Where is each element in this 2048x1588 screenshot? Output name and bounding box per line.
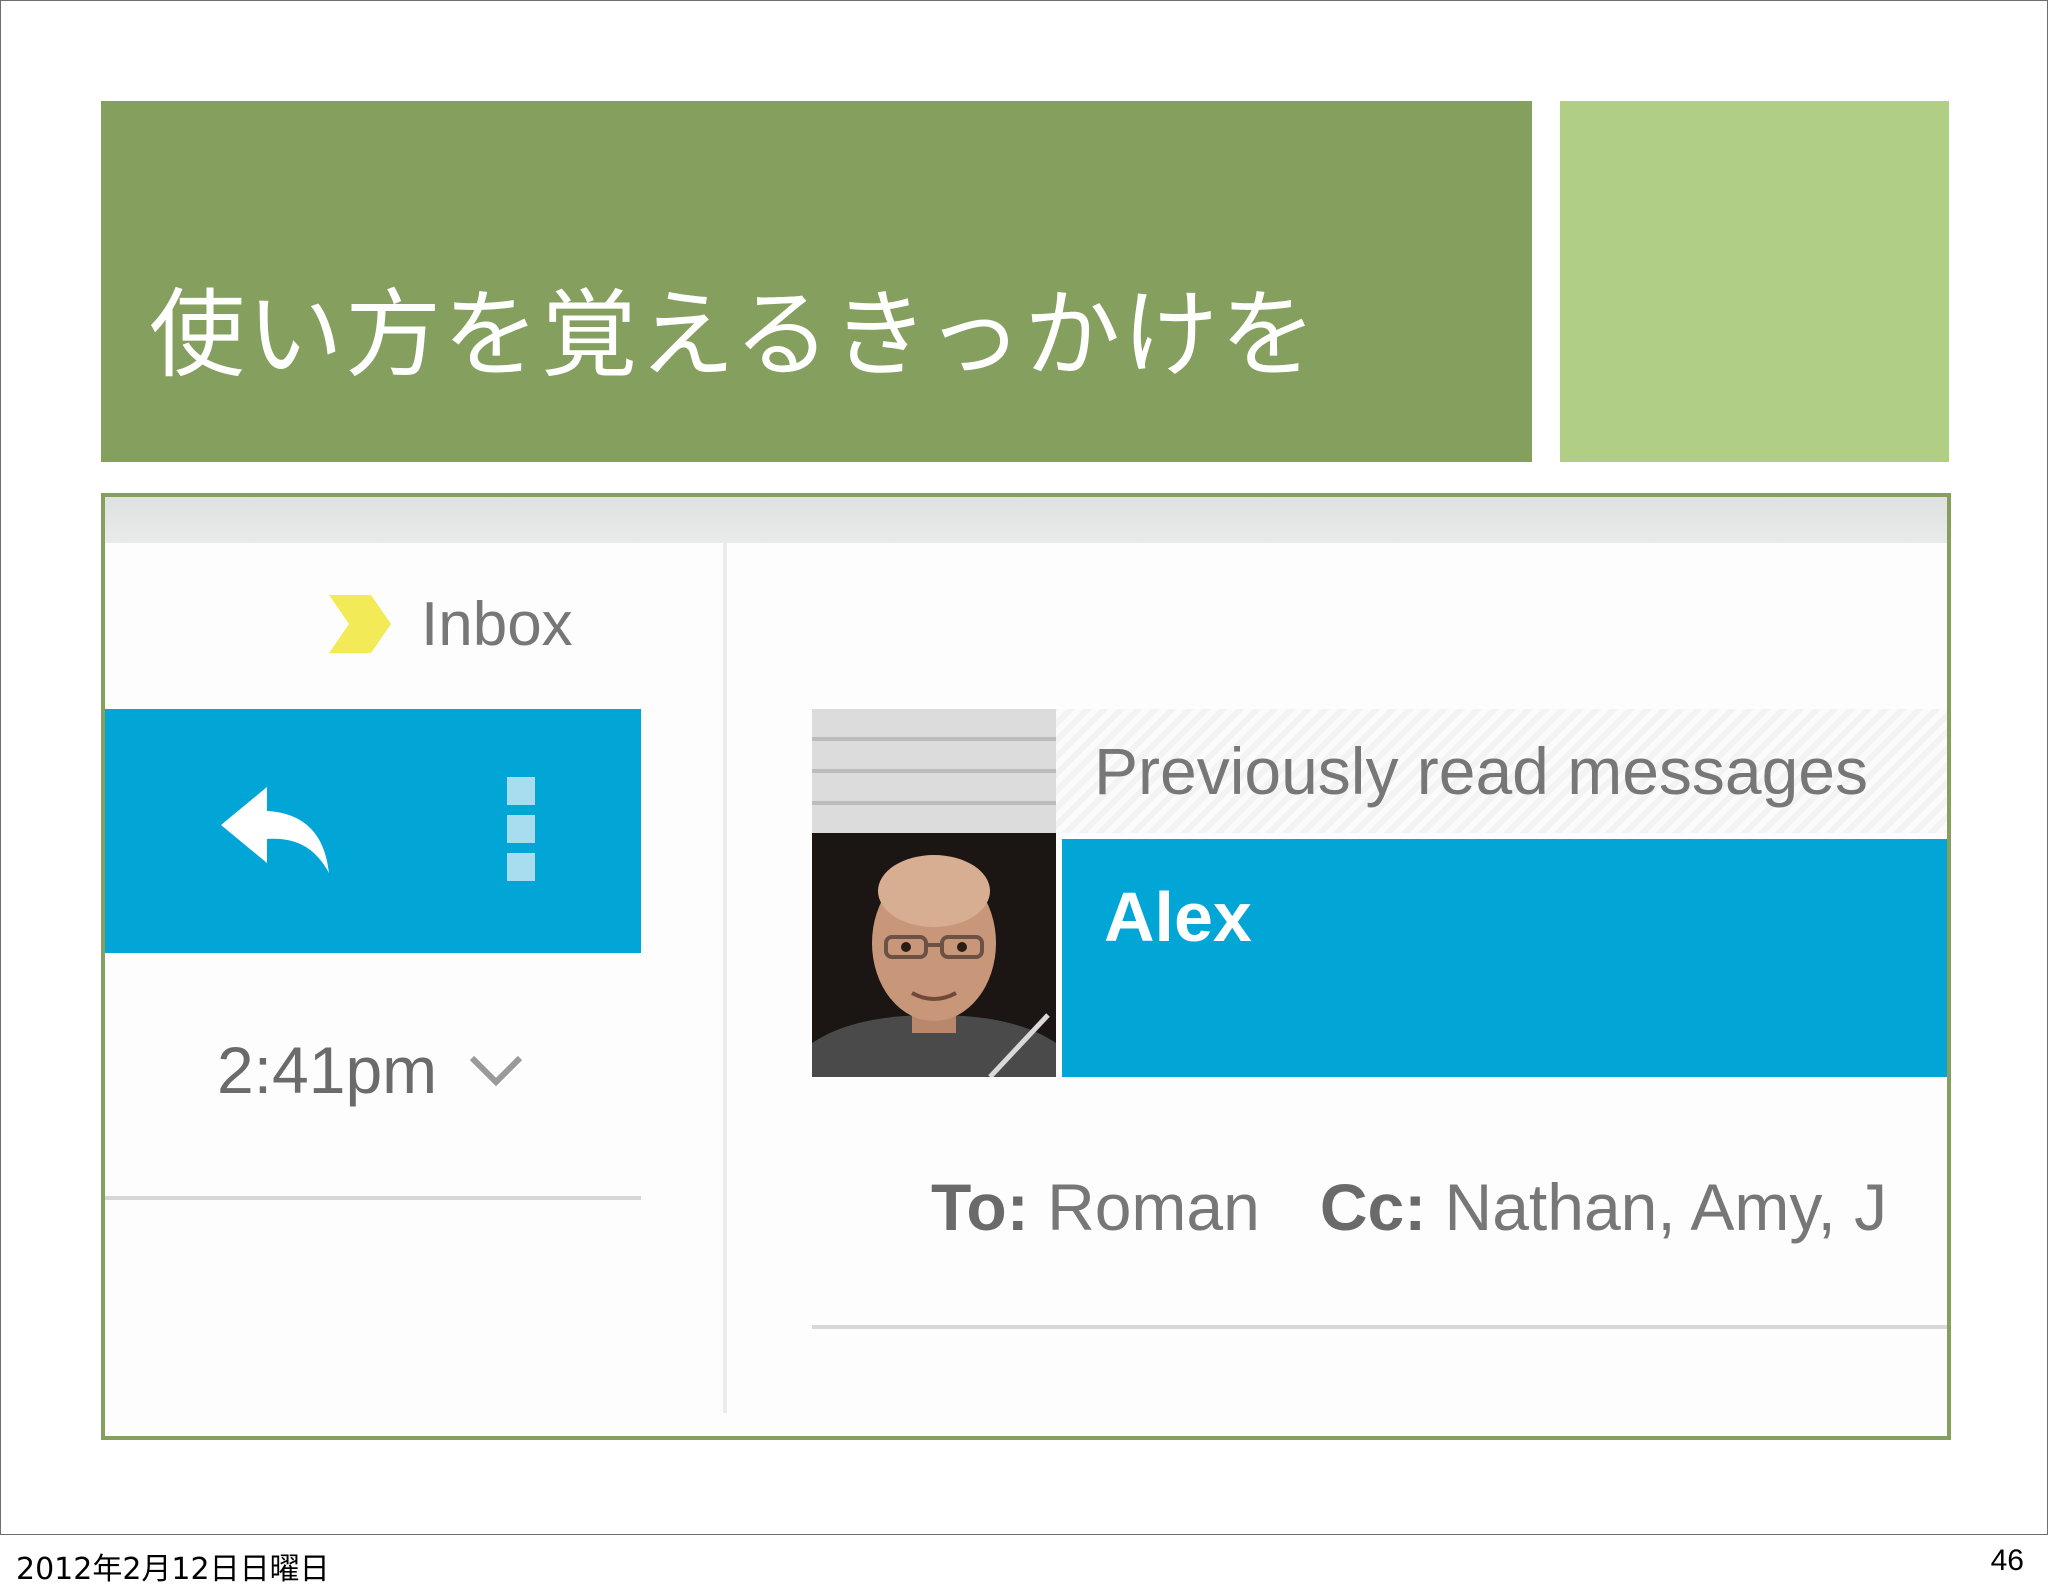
title-bar: 使い方を覚えるきっかけを	[101, 101, 1532, 462]
top-strip	[105, 497, 1947, 543]
to-value: Roman	[1047, 1170, 1260, 1244]
page-number: 46	[1990, 1544, 2024, 1577]
message-time: 2:41pm	[217, 1033, 438, 1107]
sender-header[interactable]: Alex	[1062, 839, 1947, 1077]
cc-label: Cc:	[1319, 1170, 1427, 1244]
time-row[interactable]: 2:41pm	[217, 1032, 526, 1112]
reply-icon[interactable]	[215, 779, 335, 879]
cc-value: Nathan, Amy, J	[1444, 1170, 1888, 1244]
chevron-down-icon[interactable]	[466, 1050, 526, 1090]
previously-read-row[interactable]: Previously read messages	[812, 709, 1947, 833]
mail-screenshot: Inbox 2:41pm Previously read messages Al…	[101, 493, 1951, 1440]
slide-title: 使い方を覚えるきっかけを	[149, 279, 1319, 391]
stacked-messages-icon	[812, 709, 1056, 833]
to-label: To:	[931, 1170, 1029, 1244]
sender-name: Alex	[1104, 878, 1252, 956]
left-divider	[105, 1196, 641, 1200]
footer-date: 2012年2月12日日曜日	[16, 1552, 330, 1587]
slide: 使い方を覚えるきっかけを Inbox 2:41pm Previously rea…	[0, 0, 2048, 1535]
previously-read-label: Previously read messages	[1094, 734, 1869, 808]
right-divider	[812, 1325, 1947, 1329]
action-bar	[105, 709, 641, 953]
recipients-line[interactable]: To: Roman Cc: Nathan, Amy, J	[931, 1169, 1887, 1245]
avatar[interactable]	[812, 833, 1056, 1077]
pane-divider	[723, 543, 727, 1413]
accent-box	[1560, 101, 1949, 462]
person-photo-icon	[812, 833, 1056, 1077]
overflow-menu-icon[interactable]	[507, 777, 539, 887]
label-tag-icon	[329, 595, 391, 653]
folder-label-text: Inbox	[421, 590, 573, 659]
